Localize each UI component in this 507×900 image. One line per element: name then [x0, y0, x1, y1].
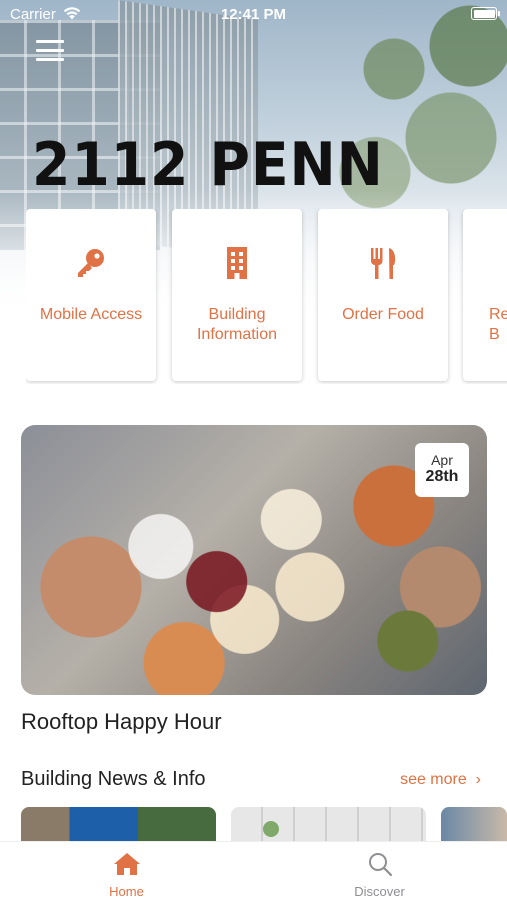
building-information-button[interactable]: Building Information — [172, 209, 302, 381]
order-food-button[interactable]: Order Food — [318, 209, 448, 381]
news-carousel[interactable] — [0, 807, 507, 841]
search-icon — [253, 851, 506, 877]
partial-action-label: Re B — [489, 306, 507, 343]
event-month: Apr — [431, 452, 453, 468]
page-title: 2112 PENN — [32, 130, 384, 200]
tab-home-label: Home — [109, 884, 144, 899]
key-icon — [26, 245, 156, 281]
news-item[interactable] — [441, 807, 507, 841]
news-item[interactable] — [21, 807, 216, 841]
featured-event-card[interactable]: Apr 28th — [21, 425, 487, 695]
quick-actions-carousel[interactable]: Mobile Access Building Information Order… — [26, 209, 507, 384]
order-food-label: Order Food — [342, 306, 424, 323]
tab-home[interactable]: Home — [0, 842, 253, 900]
status-bar: Carrier 12:41 PM — [0, 0, 507, 28]
tab-discover[interactable]: Discover — [253, 842, 506, 900]
mobile-access-label: Mobile Access — [39, 306, 143, 323]
partial-action-button[interactable]: Re B — [463, 209, 507, 381]
clock: 12:41 PM — [220, 6, 287, 23]
see-more-label: see more — [400, 771, 467, 788]
news-section-title: Building News & Info — [21, 768, 206, 790]
event-title[interactable]: Rooftop Happy Hour — [21, 709, 222, 735]
see-more-link[interactable]: see more › — [400, 771, 481, 789]
chevron-right-icon: › — [471, 771, 481, 788]
battery-fill — [473, 9, 495, 18]
mobile-access-button[interactable]: Mobile Access — [26, 209, 156, 381]
tab-discover-label: Discover — [354, 884, 405, 899]
hamburger-menu-icon[interactable] — [36, 40, 64, 64]
event-day: 28th — [425, 468, 459, 485]
tab-bar: Home Discover — [0, 841, 507, 900]
fork-knife-icon — [318, 245, 448, 281]
building-icon — [172, 245, 302, 281]
building-information-label: Building Information — [196, 306, 278, 343]
event-date-badge: Apr 28th — [415, 443, 469, 497]
home-icon — [0, 851, 253, 877]
battery-icon — [471, 7, 500, 20]
news-item[interactable] — [231, 807, 426, 841]
